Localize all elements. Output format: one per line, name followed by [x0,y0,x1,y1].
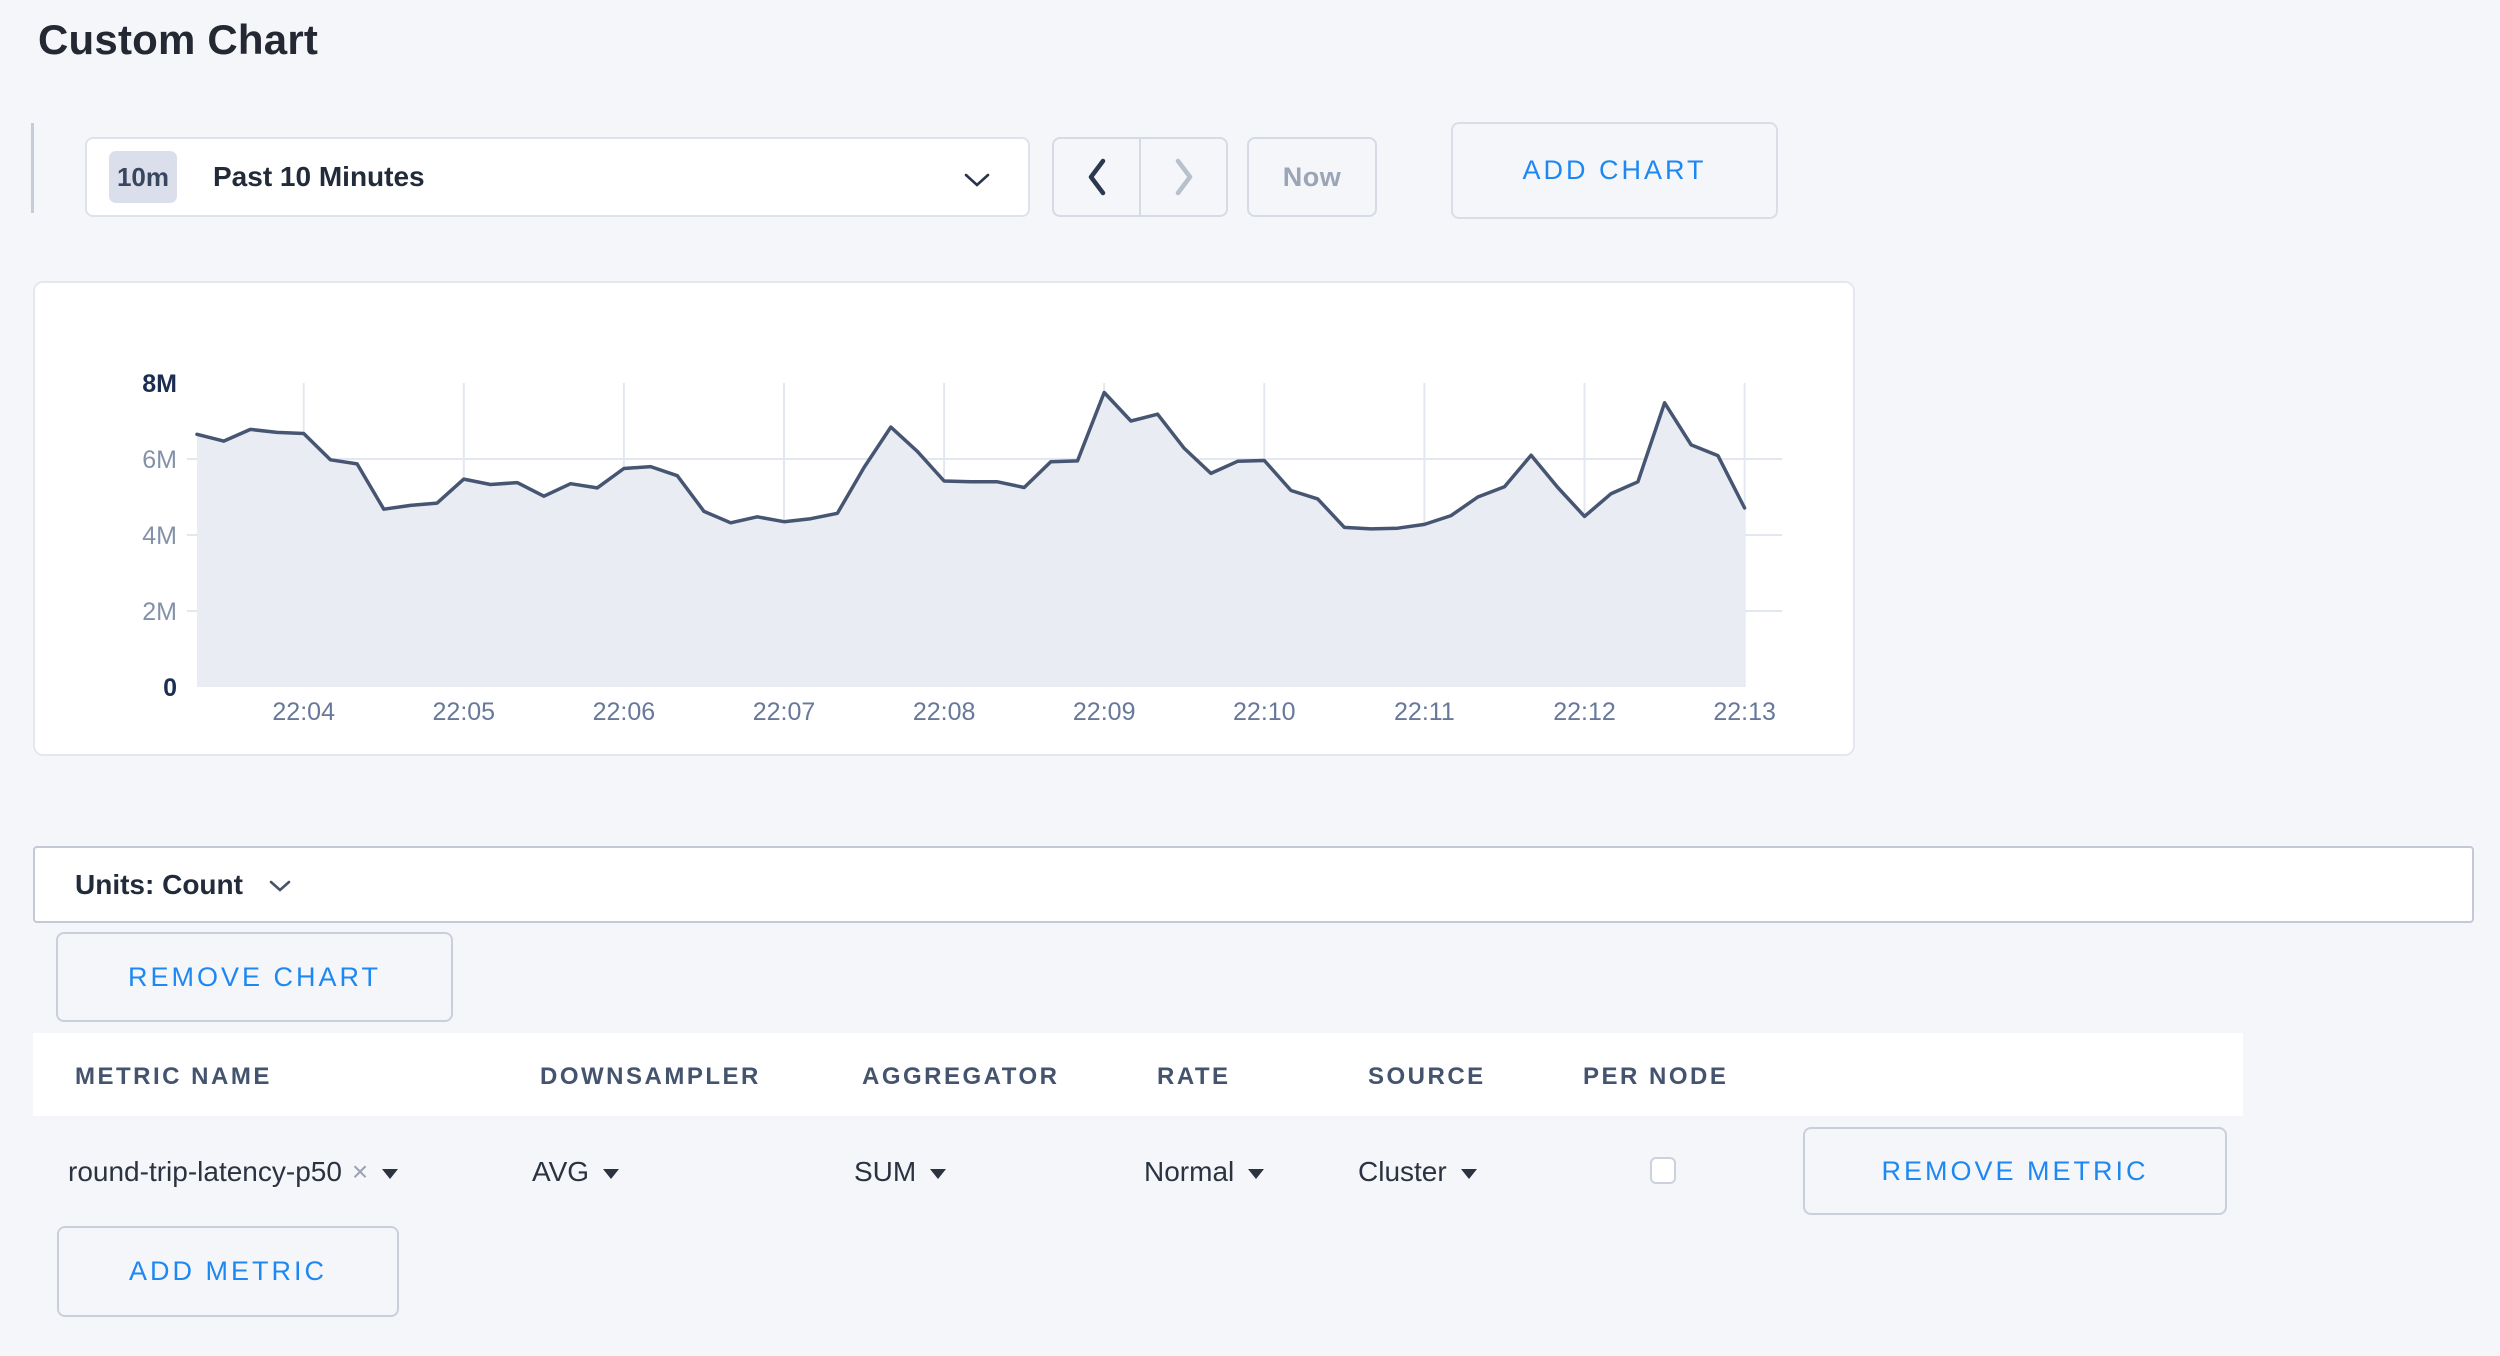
metric-name-value: round-trip-latency-p50 [68,1156,342,1188]
svg-text:4M: 4M [142,522,177,550]
add-metric-button[interactable]: ADD METRIC [57,1226,399,1317]
svg-text:0: 0 [163,674,177,702]
column-header-rate: RATE [1157,1063,1231,1091]
time-window-badge: 10m [109,151,177,203]
aggregator-value: SUM [854,1156,916,1188]
metrics-table-header: METRIC NAME DOWNSAMPLER AGGREGATOR RATE … [33,1033,2243,1116]
svg-text:8M: 8M [142,370,177,398]
chevron-down-icon [964,173,990,188]
column-header-metric-name: METRIC NAME [75,1063,272,1091]
toolbar-left-divider [31,123,34,213]
downsampler-value: AVG [532,1156,589,1188]
column-header-downsampler: DOWNSAMPLER [540,1063,761,1091]
column-header-source: SOURCE [1368,1063,1486,1091]
time-range-label: Past 10 Minutes [213,161,425,193]
svg-text:22:13: 22:13 [1713,698,1776,726]
custom-chart-page: Custom Chart 10m Past 10 Minutes Now ADD… [0,0,2500,1356]
svg-text:22:10: 22:10 [1233,698,1296,726]
chevron-left-icon [1085,157,1109,197]
caret-down-icon [382,1169,398,1179]
svg-text:22:11: 22:11 [1394,698,1455,726]
caret-down-icon [930,1169,946,1179]
svg-text:22:09: 22:09 [1073,698,1136,726]
source-value: Cluster [1358,1156,1447,1188]
caret-down-icon [1248,1169,1264,1179]
time-forward-button[interactable] [1141,139,1226,215]
svg-text:22:05: 22:05 [433,698,496,726]
chevron-down-icon [269,880,291,893]
caret-down-icon [1461,1169,1477,1179]
time-range-select[interactable]: 10m Past 10 Minutes [85,137,1030,217]
svg-text:2M: 2M [142,598,177,626]
downsampler-select[interactable]: AVG [532,1152,619,1192]
clear-metric-icon[interactable]: × [352,1156,368,1188]
svg-text:6M: 6M [142,446,177,474]
source-select[interactable]: Cluster [1358,1152,1477,1192]
caret-down-icon [603,1169,619,1179]
remove-metric-button[interactable]: REMOVE METRIC [1803,1127,2227,1215]
time-back-button[interactable] [1054,139,1141,215]
now-button[interactable]: Now [1247,137,1377,217]
chart-card: 0 2M 4M 6M 8M 22:04 22:05 22:06 22:07 22:08 22:09 2… [33,281,1855,756]
column-header-per-node: PER NODE [1583,1063,1728,1091]
svg-text:22:12: 22:12 [1553,698,1616,726]
metric-name-select[interactable]: round-trip-latency-p50 × [68,1152,398,1192]
remove-chart-button[interactable]: REMOVE CHART [56,932,453,1022]
rate-value: Normal [1144,1156,1234,1188]
chevron-right-icon [1172,157,1196,197]
column-header-aggregator: AGGREGATOR [862,1063,1059,1091]
timeseries-chart: 0 2M 4M 6M 8M 22:04 22:05 22:06 22:07 22:08 22:09 2… [35,283,1857,758]
add-chart-button[interactable]: ADD CHART [1451,122,1778,219]
svg-text:22:07: 22:07 [753,698,816,726]
units-select[interactable]: Units: Count [33,846,2474,923]
units-label: Units: Count [75,869,243,901]
rate-select[interactable]: Normal [1144,1152,1264,1192]
per-node-checkbox[interactable] [1650,1157,1676,1184]
svg-text:22:08: 22:08 [913,698,976,726]
svg-text:22:06: 22:06 [593,698,656,726]
aggregator-select[interactable]: SUM [854,1152,946,1192]
svg-text:22:04: 22:04 [272,698,335,726]
time-pager [1052,137,1228,217]
page-title: Custom Chart [38,16,318,64]
